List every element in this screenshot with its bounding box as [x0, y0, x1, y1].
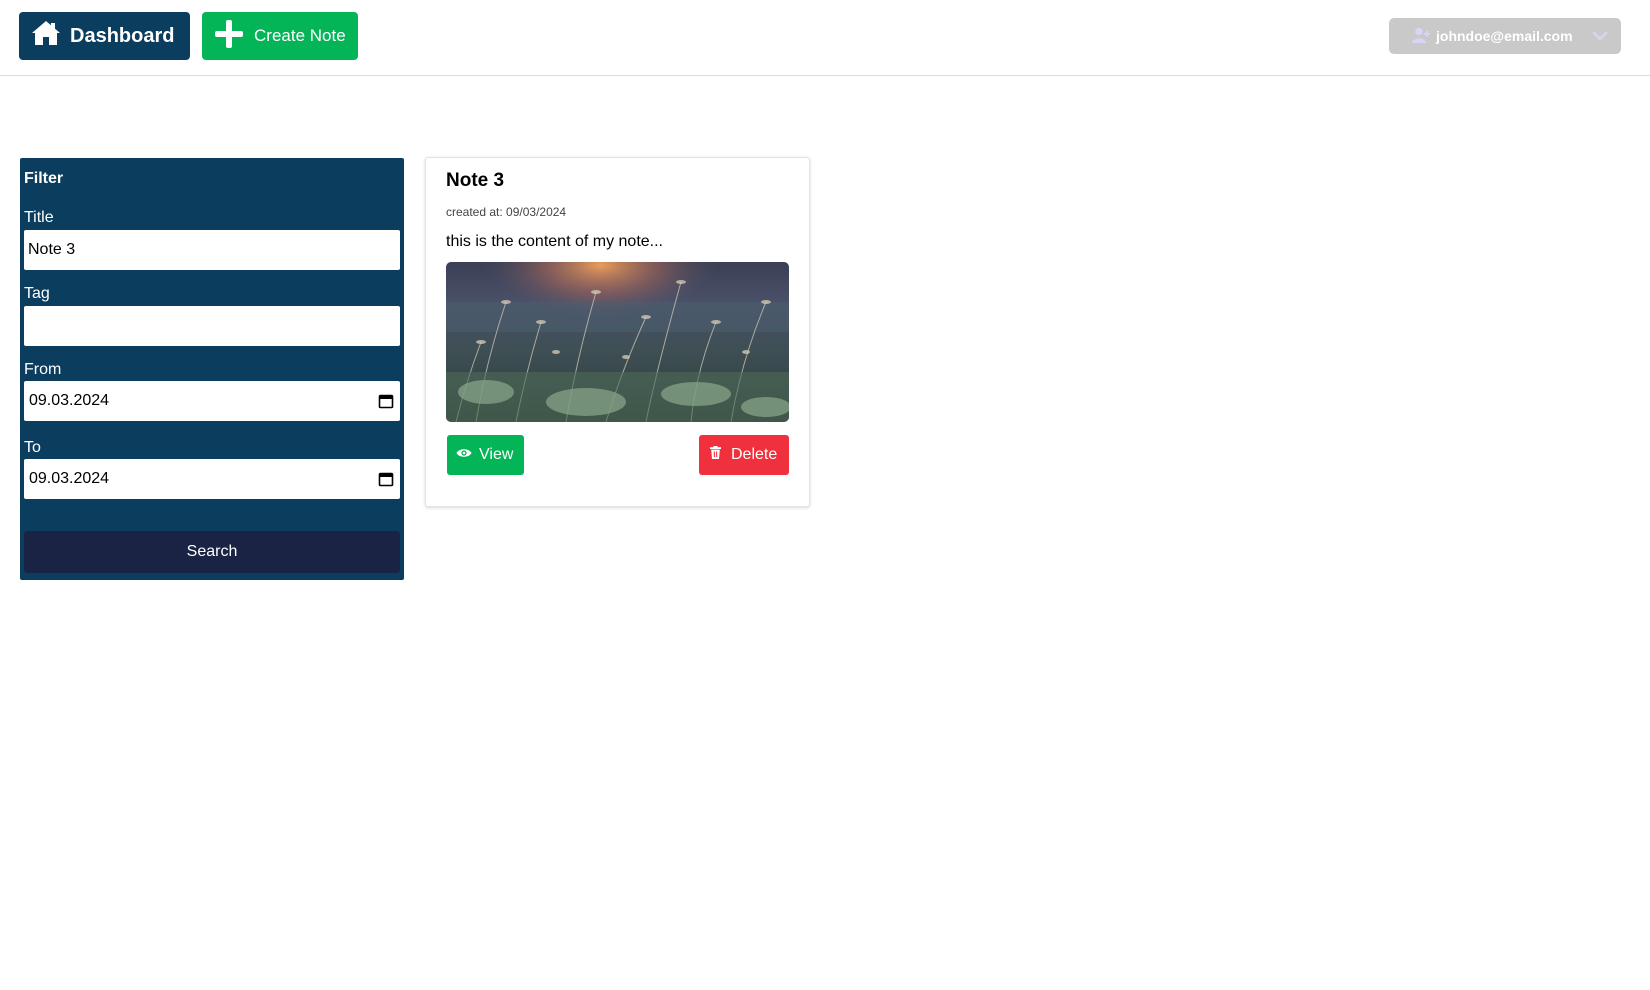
chevron-down-icon	[1591, 27, 1609, 48]
dashboard-button[interactable]: Dashboard	[19, 12, 190, 60]
search-button[interactable]: Search	[24, 531, 400, 573]
title-input[interactable]: Note 3	[24, 230, 400, 270]
calendar-icon[interactable]	[378, 393, 394, 414]
top-navbar: Dashboard Create Note johndoe@email.com	[0, 0, 1650, 76]
from-date-value: 09.03.2024	[29, 392, 110, 409]
delete-note-button[interactable]: Delete	[699, 435, 789, 475]
delete-label: Delete	[731, 446, 778, 463]
view-note-button[interactable]: View	[447, 435, 524, 475]
create-note-label: Create Note	[254, 26, 346, 45]
filter-heading: Filter	[24, 170, 64, 187]
calendar-icon[interactable]	[378, 471, 394, 492]
create-note-button[interactable]: Create Note	[202, 12, 358, 60]
user-menu-dropdown[interactable]: johndoe@email.com	[1389, 18, 1621, 54]
to-date-value: 09.03.2024	[29, 470, 110, 487]
filter-panel: Filter Title Note 3 Tag From 09.03.2024 …	[20, 158, 404, 580]
to-date-input[interactable]: 09.03.2024	[24, 459, 400, 499]
from-date-input[interactable]: 09.03.2024	[24, 381, 400, 421]
note-content-preview: this is the content of my note...	[446, 233, 663, 250]
title-input-value: Note 3	[28, 241, 76, 258]
search-button-label: Search	[186, 543, 238, 560]
note-image	[446, 262, 789, 422]
note-title: Note 3	[446, 170, 505, 191]
note-created-date: created at: 09/03/2024	[446, 205, 567, 219]
note-card: Note 3 created at: 09/03/2024 this is th…	[425, 157, 810, 507]
tag-input[interactable]	[24, 306, 400, 346]
user-icon	[1412, 27, 1430, 46]
plus-icon	[214, 19, 244, 54]
home-icon	[31, 20, 61, 52]
dashboard-label: Dashboard	[70, 24, 175, 47]
to-label: To	[24, 439, 41, 456]
user-email: johndoe@email.com	[1436, 28, 1573, 44]
title-label: Title	[24, 209, 54, 226]
trash-icon	[710, 446, 721, 464]
from-label: From	[24, 361, 62, 378]
eye-icon	[456, 446, 472, 464]
view-label: View	[479, 446, 514, 463]
tag-label: Tag	[24, 285, 50, 302]
